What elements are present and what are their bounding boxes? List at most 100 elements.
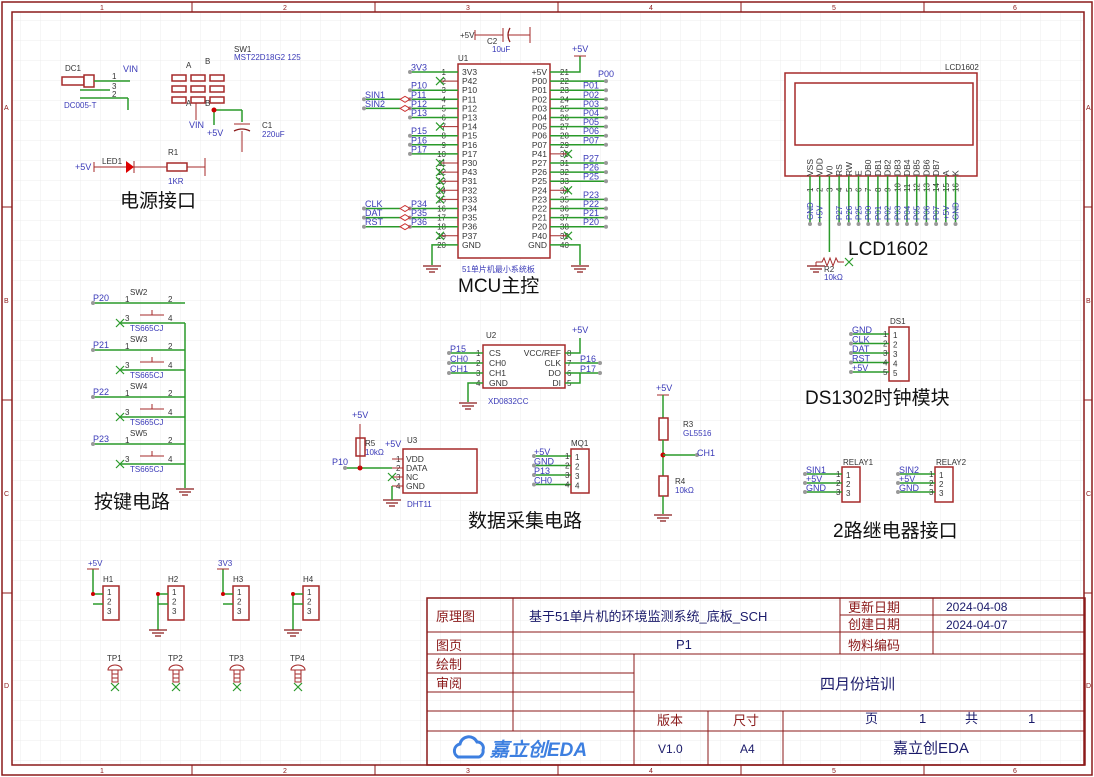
net-port[interactable] <box>953 222 958 226</box>
junction <box>221 592 225 596</box>
net-port[interactable] <box>604 206 608 211</box>
net-port[interactable] <box>885 222 890 226</box>
net-5v: +5V <box>460 31 475 40</box>
net-vin: VIN <box>123 64 138 74</box>
r3-designator: R3 <box>683 420 694 429</box>
switch-designator: SW3 <box>130 335 148 344</box>
pin-name: CLK <box>544 358 561 368</box>
r5-designator: R5 <box>365 439 376 448</box>
net-port[interactable] <box>604 170 608 175</box>
pin-number: 1 <box>125 295 130 304</box>
net-label: P22 <box>93 387 109 397</box>
net-port[interactable] <box>943 222 948 226</box>
page-value: P1 <box>676 637 692 652</box>
pin-number: 1 <box>307 588 312 597</box>
type-label: 原理图 <box>436 609 475 624</box>
net-label: P06 <box>922 205 931 220</box>
net-port[interactable] <box>604 106 608 111</box>
sw1-label: B <box>205 57 210 66</box>
net-port[interactable] <box>924 222 929 226</box>
net-port[interactable] <box>934 222 939 226</box>
net-port[interactable] <box>604 133 608 138</box>
pin-number: 3 <box>939 489 944 498</box>
ruler-row: B <box>1086 298 1091 305</box>
net-label: +5V <box>816 205 825 220</box>
u2-value: XD0832CC <box>488 397 529 406</box>
sheet-label: 页 <box>865 711 878 726</box>
dc1-value: DC005-T <box>64 101 97 110</box>
net-port[interactable] <box>808 222 812 226</box>
net-port[interactable] <box>604 79 608 84</box>
pin-number: 4 <box>168 455 173 464</box>
net-label: GND <box>952 202 961 220</box>
section-title-lcd: LCD1602 <box>848 239 928 260</box>
net-port[interactable] <box>895 222 900 226</box>
total-sheets: 1 <box>1028 711 1035 726</box>
pin-name: DB5 <box>912 159 922 176</box>
pin-name: CH1 <box>489 368 506 378</box>
net-port[interactable] <box>604 179 608 184</box>
pin-number: 3 <box>846 489 851 498</box>
net-port[interactable] <box>604 124 608 129</box>
net-label: P01 <box>874 205 883 220</box>
pin-number: 3 <box>883 349 888 358</box>
net-label: CH1 <box>450 364 468 374</box>
pin-name: A <box>941 170 951 176</box>
pin-number: 3 <box>172 607 177 616</box>
pin-number: 1 <box>836 470 841 479</box>
lcd-designator: LCD1602 <box>945 63 979 72</box>
pin-number: 4 <box>168 361 173 370</box>
net-port[interactable] <box>604 97 608 102</box>
sw1-value: MST22D18G2 125 <box>234 53 301 62</box>
net-port[interactable] <box>598 371 602 375</box>
pin-number: 1 <box>112 72 117 81</box>
pin-number: 2 <box>168 342 173 351</box>
pin-number: 3 <box>107 607 112 616</box>
net-port[interactable] <box>905 222 909 226</box>
net-port[interactable] <box>856 222 861 226</box>
pin-number: 3 <box>893 350 898 359</box>
net-port[interactable] <box>875 222 880 226</box>
net-port[interactable] <box>866 222 871 226</box>
net-port[interactable] <box>817 222 822 226</box>
net-port[interactable] <box>604 197 608 202</box>
net-5v: +5V <box>385 439 401 449</box>
net-port[interactable] <box>604 115 608 120</box>
pin-number: 2 <box>893 341 898 350</box>
switch-designator: SW5 <box>130 429 148 438</box>
net-label: P36 <box>411 217 427 227</box>
net-port[interactable] <box>604 88 608 93</box>
pin-number: 3 <box>565 471 570 480</box>
junction <box>156 592 160 596</box>
net-port[interactable] <box>846 222 851 226</box>
pin-number: 1 <box>565 452 570 461</box>
net-port[interactable] <box>604 224 608 229</box>
pin-name: DB1 <box>873 159 883 176</box>
u3-designator: U3 <box>407 436 418 445</box>
header-designator: H3 <box>233 575 244 584</box>
net-label: GND <box>852 325 873 335</box>
net-port[interactable] <box>604 142 608 147</box>
net-vin: VIN <box>189 120 204 130</box>
mq1-body <box>570 448 590 494</box>
part-number-label: 物料编码 <box>848 638 900 653</box>
net-label: P21 <box>93 340 109 350</box>
pin-name: V0 <box>824 165 834 176</box>
pin-number: 1 <box>125 389 130 398</box>
pin-number: 1 <box>846 471 851 480</box>
u1-value: 51单片机最小系统板 <box>462 264 535 274</box>
net-port[interactable] <box>598 361 602 365</box>
company-name: 嘉立创EDA <box>893 740 969 757</box>
net-port[interactable] <box>604 215 608 220</box>
pin-name: CH0 <box>489 358 506 368</box>
net-port[interactable] <box>604 161 608 165</box>
net-port[interactable] <box>837 222 842 226</box>
switch-value: TS665CJ <box>130 418 163 427</box>
net-port[interactable] <box>914 222 919 226</box>
ruler-column: 4 <box>649 5 653 12</box>
net-label: 3V3 <box>218 559 233 568</box>
relay-connector-body <box>934 466 954 503</box>
pin-number: 4 <box>575 482 580 491</box>
net-label: RST <box>852 354 871 364</box>
pin-number: 1 <box>237 588 242 597</box>
